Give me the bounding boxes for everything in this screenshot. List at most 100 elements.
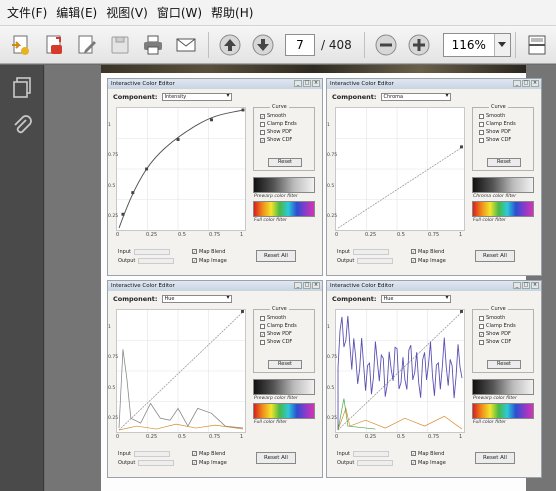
curve-plot[interactable]	[335, 107, 465, 231]
close-icon[interactable]: ×	[531, 282, 539, 289]
checkbox[interactable]	[479, 315, 484, 321]
map-blend-checkbox[interactable]: ✓	[192, 249, 197, 254]
previous-page-button[interactable]	[215, 30, 245, 60]
print-button[interactable]	[138, 30, 168, 60]
checkbox[interactable]: ✓	[260, 331, 265, 337]
paperclip-icon[interactable]	[9, 113, 35, 139]
email-button[interactable]	[171, 30, 201, 60]
component-select[interactable]: Chroma	[380, 93, 451, 101]
edit-button[interactable]	[72, 30, 102, 60]
save-button[interactable]	[105, 30, 135, 60]
curve-option[interactable]: ✓ Show PDF	[260, 331, 292, 337]
checkbox[interactable]	[479, 113, 484, 119]
reset-all-button[interactable]: Reset All	[256, 250, 296, 262]
menu-window[interactable]: 窗口(W)	[154, 0, 208, 26]
zoom-in-button[interactable]	[404, 30, 434, 60]
curve-option[interactable]: Show CDF	[260, 339, 292, 345]
menu-edit[interactable]: 编辑(E)	[53, 0, 103, 26]
curve-option[interactable]: ✓ Show PDF	[479, 331, 511, 337]
curve-option[interactable]: Smooth	[479, 113, 505, 119]
curve-option[interactable]: Show PDF	[479, 129, 511, 135]
reset-all-button[interactable]: Reset All	[475, 250, 515, 262]
map-image-checkbox[interactable]: ✓	[192, 258, 197, 263]
input-field[interactable]	[133, 450, 170, 457]
reset-all-button[interactable]: Reset All	[256, 452, 296, 464]
checkbox[interactable]	[260, 129, 265, 135]
curve-option[interactable]: Clamp Ends	[260, 323, 297, 329]
curve-option[interactable]: Show PDF	[260, 129, 292, 135]
zoom-out-button[interactable]	[371, 30, 401, 60]
menu-file[interactable]: 文件(F)	[4, 0, 53, 26]
input-field[interactable]	[133, 248, 170, 255]
map-blend-label: Map Blend	[418, 248, 445, 255]
component-select[interactable]: Hue	[380, 295, 451, 303]
checkbox[interactable]	[479, 323, 484, 329]
input-field[interactable]	[352, 450, 389, 457]
map-blend-checkbox[interactable]: ✓	[192, 451, 197, 456]
map-blend-checkbox[interactable]: ✓	[411, 451, 416, 456]
curve-plot[interactable]	[116, 107, 246, 231]
curve-option[interactable]: Clamp Ends	[479, 323, 516, 329]
checkbox[interactable]	[479, 121, 484, 127]
checkbox[interactable]	[260, 323, 265, 329]
component-select[interactable]: Hue	[161, 295, 232, 303]
export-pdf-button[interactable]	[39, 30, 69, 60]
checkbox[interactable]: ✓	[479, 331, 484, 337]
curve-plot[interactable]	[335, 309, 465, 433]
create-pdf-button[interactable]	[6, 30, 36, 60]
page-number-input[interactable]: 7	[285, 33, 315, 56]
curve-option[interactable]: Clamp Ends	[479, 121, 516, 127]
curve-plot[interactable]	[116, 309, 246, 433]
minimize-icon[interactable]: _	[294, 282, 302, 289]
reset-button[interactable]: Reset	[487, 360, 521, 369]
reset-all-button[interactable]: Reset All	[475, 452, 515, 464]
maximize-icon[interactable]: □	[522, 80, 530, 87]
curve-option[interactable]: Show CDF	[479, 339, 511, 345]
close-icon[interactable]: ×	[312, 282, 320, 289]
checkbox[interactable]: ✓	[260, 113, 265, 119]
minimize-icon[interactable]: _	[513, 282, 521, 289]
input-field[interactable]	[352, 248, 389, 255]
split-view-button[interactable]	[522, 30, 552, 60]
map-image-checkbox[interactable]: ✓	[411, 460, 416, 465]
document-view[interactable]: Interactive Color Editor _ □ × Component: Int…	[45, 65, 556, 491]
reset-button[interactable]: Reset	[268, 360, 302, 369]
checkbox[interactable]	[260, 315, 265, 321]
checkbox[interactable]	[260, 121, 265, 127]
close-icon[interactable]: ×	[531, 80, 539, 87]
zoom-select[interactable]: 116%	[442, 32, 511, 57]
checkbox[interactable]: ✓	[260, 137, 265, 143]
menu-view[interactable]: 视图(V)	[103, 0, 154, 26]
maximize-icon[interactable]: □	[522, 282, 530, 289]
curve-option[interactable]: Clamp Ends	[260, 121, 297, 127]
checkbox[interactable]	[479, 137, 484, 143]
close-icon[interactable]: ×	[312, 80, 320, 87]
checkbox[interactable]	[260, 339, 265, 345]
menu-help[interactable]: 帮助(H)	[208, 0, 259, 26]
curve-option[interactable]: Smooth	[479, 315, 505, 321]
reset-button[interactable]: Reset	[487, 158, 521, 167]
map-image-checkbox[interactable]: ✓	[192, 460, 197, 465]
minimize-icon[interactable]: _	[294, 80, 302, 87]
chevron-down-icon[interactable]	[493, 33, 510, 56]
output-field[interactable]	[357, 459, 394, 466]
map-image-checkbox[interactable]: ✓	[411, 258, 416, 263]
component-select[interactable]: Intensity	[161, 93, 232, 101]
output-field[interactable]	[138, 459, 175, 466]
output-field[interactable]	[357, 257, 394, 264]
curve-option[interactable]: Show CDF	[479, 137, 511, 143]
pages-panel-icon[interactable]	[9, 75, 35, 101]
checkbox[interactable]	[479, 129, 484, 135]
checkbox[interactable]	[479, 339, 484, 345]
map-blend-checkbox[interactable]: ✓	[411, 249, 416, 254]
curve-option[interactable]: Smooth	[260, 315, 286, 321]
maximize-icon[interactable]: □	[303, 282, 311, 289]
next-page-button[interactable]	[248, 30, 278, 60]
reset-button[interactable]: Reset	[268, 158, 302, 167]
minimize-icon[interactable]: _	[513, 80, 521, 87]
rainbow-label: Full color filter	[473, 420, 506, 425]
curve-option[interactable]: ✓ Smooth	[260, 113, 286, 119]
output-field[interactable]	[138, 257, 175, 264]
curve-option[interactable]: ✓ Show CDF	[260, 137, 292, 143]
maximize-icon[interactable]: □	[303, 80, 311, 87]
